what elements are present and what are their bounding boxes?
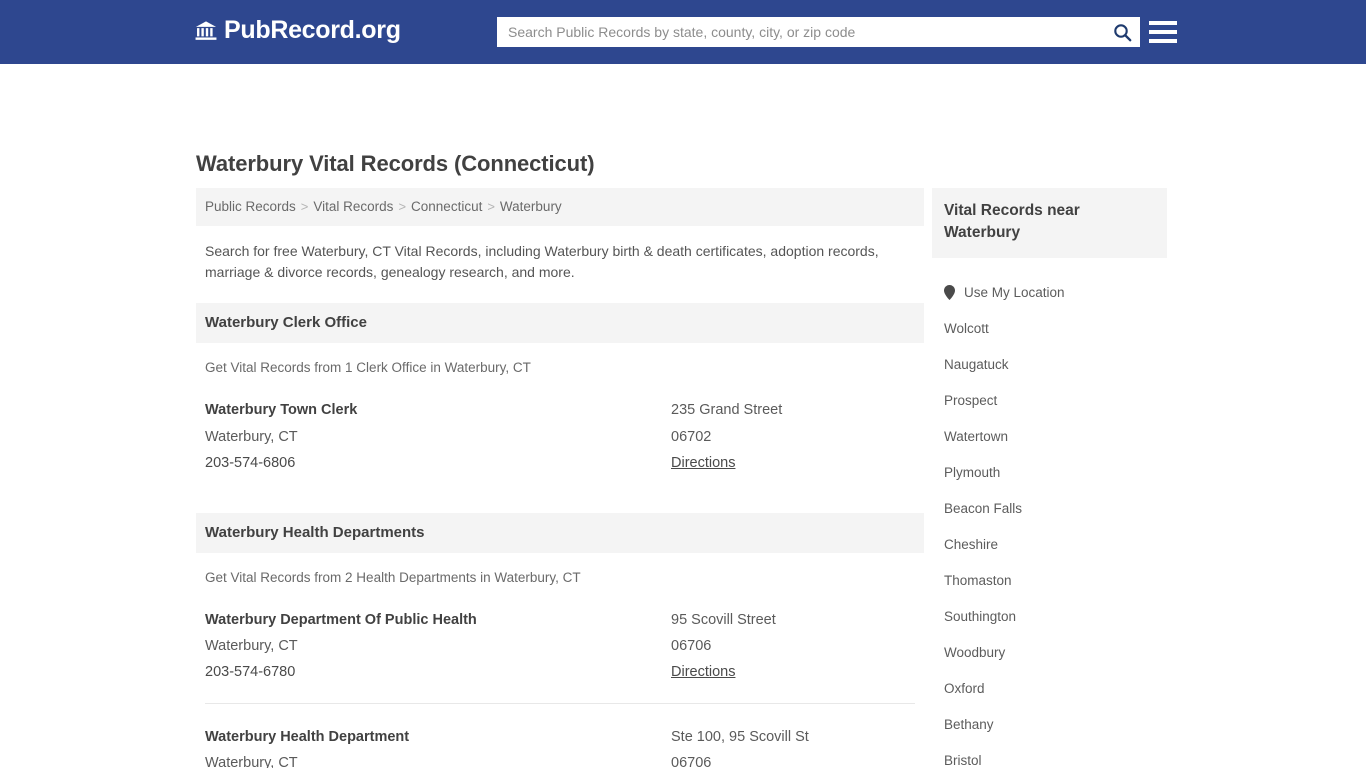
hamburger-menu-icon — [1149, 39, 1177, 43]
section-subtitle: Get Vital Records from 1 Clerk Office in… — [205, 360, 531, 376]
entry-primary-column: Waterbury Health Department Waterbury, CT… — [205, 724, 671, 768]
sidebar-heading: Vital Records near Waterbury — [932, 188, 1167, 258]
entry-address-column: Ste 100, 95 Scovill St06706Directions — [671, 724, 915, 768]
entry-list: Waterbury Department Of Public Health Wat… — [196, 587, 924, 768]
main-content: Public Records > Vital Records > Connecticut… — [196, 188, 924, 768]
search-button[interactable] — [1104, 17, 1140, 47]
sidebar-item-southington[interactable]: Southington — [932, 598, 1167, 634]
breadcrumb-item-public-records[interactable]: Public Records — [205, 199, 296, 214]
records-section: Waterbury Clerk Office Get Vital Records … — [196, 303, 924, 493]
nearby-city-link[interactable]: Woodbury — [944, 645, 1005, 660]
sidebar-item-use-my-location[interactable]: Use My Location — [932, 274, 1167, 310]
directions-link[interactable]: Directions — [671, 450, 735, 476]
hamburger-menu-icon — [1149, 30, 1177, 34]
map-pin-icon — [944, 284, 955, 300]
sidebar-item-beacon-falls[interactable]: Beacon Falls — [932, 490, 1167, 526]
sidebar-item-wolcott[interactable]: Wolcott — [932, 310, 1167, 346]
entry-phone-number: 203-574-6780 — [205, 664, 296, 681]
entry-street-address: 95 Scovill Street — [671, 611, 776, 628]
entry-zip-code: 06702 — [671, 428, 712, 445]
nearby-city-link[interactable]: Bristol — [944, 753, 982, 768]
breadcrumb-item-waterbury[interactable]: Waterbury — [500, 199, 562, 214]
sidebar-item-oxford[interactable]: Oxford — [932, 670, 1167, 706]
search-input[interactable] — [497, 17, 1104, 47]
breadcrumb-item-vital-records[interactable]: Vital Records — [313, 199, 393, 214]
sidebar-item-prospect[interactable]: Prospect — [932, 382, 1167, 418]
nearby-city-link[interactable]: Southington — [944, 609, 1016, 624]
entry-zip-code: 06706 — [671, 755, 712, 768]
section-title: Waterbury Clerk Office — [196, 303, 924, 344]
use-my-location-label: Use My Location — [964, 284, 1065, 300]
record-entry: Waterbury Department Of Public Health Wat… — [205, 587, 915, 703]
entry-address-column: 235 Grand Street 06702 Directions — [671, 397, 915, 476]
entry-office-name: Waterbury Department Of Public Health — [205, 611, 477, 628]
entry-office-name: Waterbury Town Clerk — [205, 401, 358, 418]
entry-address-column: 95 Scovill Street 06706 Directions — [671, 607, 915, 686]
entry-list: Waterbury Town Clerk Waterbury, CT 203-574… — [196, 377, 924, 493]
nearby-sidebar: Vital Records near Waterbury Use My Loca… — [932, 188, 1167, 768]
page-description: Search for free Waterbury, CT Vital Reco… — [205, 242, 879, 281]
nearby-city-link[interactable]: Oxford — [944, 681, 985, 696]
sidebar-item-bethany[interactable]: Bethany — [932, 706, 1167, 742]
nearby-city-link[interactable]: Bethany — [944, 717, 994, 732]
hamburger-menu-button[interactable] — [1149, 18, 1177, 46]
section-subtitle: Get Vital Records from 2 Health Departme… — [205, 569, 581, 585]
breadcrumb-separator: > — [398, 199, 407, 214]
sidebar-item-plymouth[interactable]: Plymouth — [932, 454, 1167, 490]
use-my-location-link[interactable]: Use My Location — [944, 284, 1065, 300]
search-icon — [1113, 23, 1131, 41]
entry-street-address: Ste 100, 95 Scovill St — [671, 728, 809, 745]
search-bar — [497, 17, 1140, 47]
site-logo-link[interactable]: PubRecord.org — [195, 18, 401, 43]
entry-zip-code: 06706 — [671, 638, 712, 655]
nearby-city-link[interactable]: Plymouth — [944, 465, 1000, 480]
record-entry: Waterbury Health Department Waterbury, CT… — [205, 702, 915, 768]
site-logo-text: PubRecord.org — [224, 16, 401, 44]
entry-city-state: Waterbury, CT — [205, 428, 298, 445]
nearby-list: Use My Location Wolcott Naugatuck Prospect W… — [932, 258, 1167, 768]
sections-container: Waterbury Clerk Office Get Vital Records … — [196, 303, 924, 768]
record-entry: Waterbury Town Clerk Waterbury, CT 203-574… — [205, 377, 915, 493]
breadcrumb: Public Records > Vital Records > Connecticut… — [196, 188, 924, 226]
site-header: PubRecord.org — [0, 0, 1366, 64]
nearby-city-link[interactable]: Naugatuck — [944, 357, 1009, 372]
entry-phone-number: 203-574-6806 — [205, 454, 296, 471]
nearby-city-link[interactable]: Thomaston — [944, 573, 1012, 588]
sidebar-item-bristol[interactable]: Bristol — [932, 742, 1167, 768]
bank-building-icon — [195, 21, 217, 40]
nearby-city-link[interactable]: Watertown — [944, 429, 1008, 444]
page-title: Waterbury Vital Records (Connecticut) — [196, 151, 595, 176]
directions-link[interactable]: Directions — [671, 659, 735, 685]
breadcrumb-separator: > — [487, 199, 495, 214]
sidebar-item-naugatuck[interactable]: Naugatuck — [932, 346, 1167, 382]
hamburger-menu-icon — [1149, 21, 1177, 25]
entry-city-state: Waterbury, CT — [205, 638, 298, 655]
entry-street-address: 235 Grand Street — [671, 401, 783, 418]
nearby-city-link[interactable]: Wolcott — [944, 321, 989, 336]
entry-primary-column: Waterbury Department Of Public Health Wat… — [205, 607, 671, 686]
nearby-city-link[interactable]: Cheshire — [944, 537, 998, 552]
entry-office-name: Waterbury Health Department — [205, 728, 410, 745]
breadcrumb-separator: > — [300, 199, 309, 214]
breadcrumb-item-connecticut[interactable]: Connecticut — [411, 199, 482, 214]
nearby-city-link[interactable]: Prospect — [944, 393, 997, 408]
records-section: Waterbury Health Departments Get Vital Re… — [196, 512, 924, 768]
nearby-city-link[interactable]: Beacon Falls — [944, 501, 1022, 516]
entry-city-state: Waterbury, CT — [205, 755, 298, 768]
sidebar-item-thomaston[interactable]: Thomaston — [932, 562, 1167, 598]
section-title: Waterbury Health Departments — [196, 512, 924, 553]
sidebar-item-cheshire[interactable]: Cheshire — [932, 526, 1167, 562]
entry-primary-column: Waterbury Town Clerk Waterbury, CT 203-574… — [205, 397, 671, 476]
sidebar-item-woodbury[interactable]: Woodbury — [932, 634, 1167, 670]
sidebar-item-watertown[interactable]: Watertown — [932, 418, 1167, 454]
